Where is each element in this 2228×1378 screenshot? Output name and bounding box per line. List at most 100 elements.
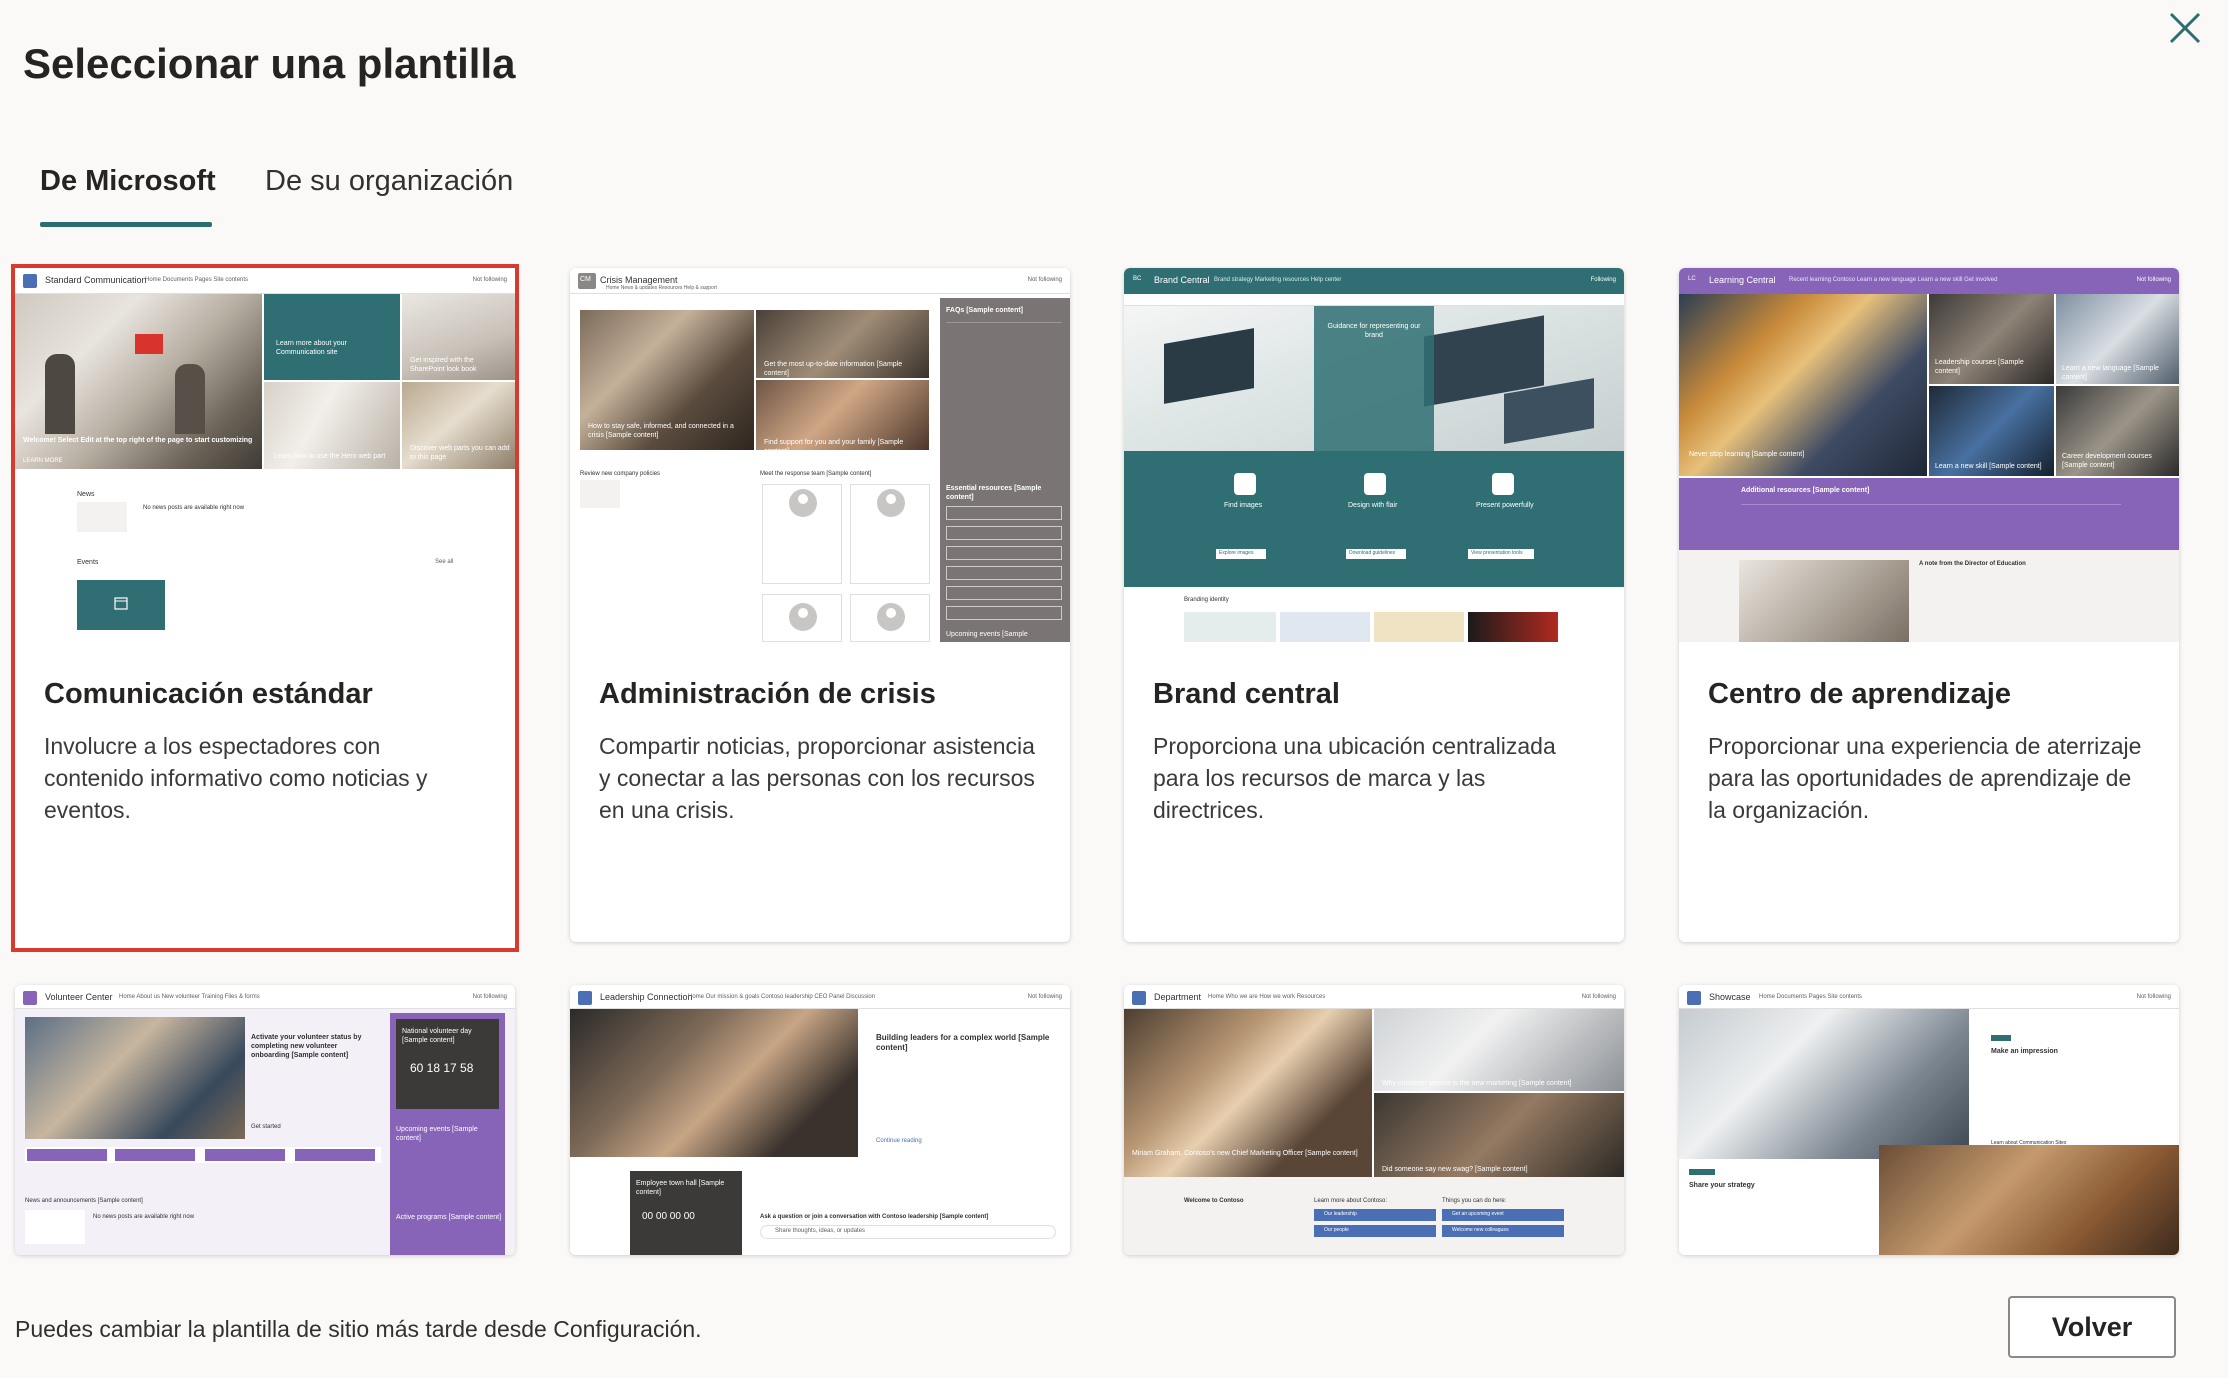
template-preview: Department Home Who we are How we work R… [1124,985,1624,1255]
preview-shape [1364,473,1386,495]
preview-text: Brand strategy Marketing resources Help … [1214,277,1342,283]
preview-text: No news posts are available right now [143,505,245,511]
preview-text: View presentation tools [1471,550,1523,556]
template-card-standard-communication[interactable]: Standard Communication Home Documents Pa… [11,264,519,952]
template-preview: Standard Communication Home Documents Pa… [15,268,515,642]
preview-text: Get inspired with the SharePoint look bo… [410,357,477,373]
preview-shape: Learn a new skill [Sample content] [1929,386,2054,476]
preview-shape: Find support for you and your family [Sa… [756,380,929,450]
preview-shape [295,1149,375,1161]
preview-shape: Get inspired with the SharePoint look bo… [402,294,515,380]
preview-shape [1234,473,1256,495]
preview-shape: Why customer service is the new marketin… [1374,1009,1624,1091]
tab-from-microsoft[interactable]: De Microsoft [40,165,216,227]
preview-text: 60 18 17 58 [410,1061,474,1075]
preview-text: Find support for you and your family [Sa… [764,439,904,450]
preview-shape [25,1147,381,1163]
template-preview: Volunteer Center Home About us New volun… [15,985,515,1255]
preview-shape: Get the most up-to-date information [Sam… [756,310,929,378]
preview-shape: Explore images [1216,549,1266,559]
preview-shape [886,608,896,618]
preview-text: Make an impression [1991,1048,2058,1055]
preview-shape [578,991,592,1005]
preview-shape [798,494,808,504]
preview-text: Activate your volunteer status by comple… [251,1034,362,1059]
template-card-department[interactable]: Department Home Who we are How we work R… [1124,985,1624,1255]
preview-text: Explore images [1219,550,1254,556]
preview-shape: Share your strategy [1679,1159,1879,1255]
preview-shape: Standard Communication Home Documents Pa… [15,268,515,294]
preview-text: Learning Central [1709,275,1776,285]
preview-shape: Get an upcoming event [1442,1209,1564,1221]
preview-shape [1741,504,2121,505]
preview-shape: BC [1132,274,1146,288]
preview-shape: Guidance for representing our brand [1124,306,1624,451]
close-button[interactable] [2163,6,2207,50]
preview-shape: View presentation tools [1468,549,1534,559]
preview-text: Crisis Management [600,275,678,285]
template-card-leadership-connection[interactable]: Leadership Connection Home Our mission &… [570,985,1070,1255]
preview-text: Events [77,559,99,566]
person-icon [789,489,817,517]
template-preview: CM Crisis Management Home News & updates… [570,268,1070,642]
preview-shape [946,586,1062,600]
preview-shape [850,484,930,584]
preview-shape: CM Crisis Management Home News & updates… [570,268,1070,294]
preview-text: Miriam Graham, Contoso's new Chief Marke… [1132,1150,1358,1157]
template-card-brand-central[interactable]: BC Brand Central Brand strategy Marketin… [1124,268,1624,942]
template-card-showcase[interactable]: Showcase Home Documents Pages Site conte… [1679,985,2179,1255]
preview-shape [798,608,808,618]
preview-text: Find images [1224,502,1263,509]
preview-shape: Additional resources [Sample content] [1679,478,2179,550]
template-card-crisis-management[interactable]: CM Crisis Management Home News & updates… [570,268,1070,942]
preview-shape [580,480,620,508]
preview-shape: Learn more about your Communication site [264,294,400,380]
preview-text: FAQs [Sample content] [946,307,1024,314]
preview-shape [946,606,1062,620]
preview-text: Showcase [1709,992,1751,1002]
preview-text: Additional resources [Sample content] [1741,487,1870,494]
preview-shape [45,354,75,434]
preview-shape: LC Learning Central Recent learning Cont… [1679,268,2179,294]
preview-text: Design with flair [1348,502,1398,509]
preview-shape [25,1017,245,1139]
template-card-learning-central[interactable]: LC Learning Central Recent learning Cont… [1679,268,2179,942]
preview-shape [946,526,1062,540]
preview-shape [1492,473,1514,495]
preview-text: Get the most up-to-date information [Sam… [764,361,903,377]
preview-text: Learn a new language [Sample content] [2062,365,2159,381]
preview-text: Not following [472,994,507,1000]
preview-shape: Welcome new colleagues [1442,1225,1564,1237]
preview-shape [1679,1009,1969,1159]
close-icon[interactable] [2163,6,2207,50]
tab-label: De su organización [265,165,514,197]
template-card-volunteer-center[interactable]: Volunteer Center Home About us New volun… [15,985,515,1255]
preview-text: Meet the response team [Sample content] [760,471,872,477]
preview-shape: BC Brand Central Brand strategy Marketin… [1124,268,1624,294]
preview-shape [135,334,163,354]
template-description: Compartir noticias, proporcionar asisten… [599,733,1035,823]
preview-shape [762,484,842,584]
preview-shape [27,1149,107,1161]
preview-text: Not following [1027,994,1062,1000]
preview-text: Active programs [Sample content] [396,1214,502,1221]
back-button[interactable]: Volver [2008,1296,2176,1358]
template-description: Involucre a los espectadores con conteni… [44,733,428,823]
tab-from-organization[interactable]: De su organización [265,165,513,227]
preview-shape: FAQs [Sample content] Essential resource… [940,298,1070,642]
preview-shape: National volunteer day [Sample content] … [390,1013,505,1255]
preview-shape [1468,612,1558,642]
preview-shape [1879,1145,2179,1255]
preview-text: Learn how to use the Hero web part [274,453,386,460]
preview-shape [850,594,930,642]
preview-shape [175,364,205,434]
preview-text: Not following [2136,277,2171,283]
preview-text: Discover web parts you can add to this p… [410,445,510,461]
preview-text: Home Documents Pages Site contents [1759,994,1863,1000]
preview-shape: Volunteer Center Home About us New volun… [15,985,515,1009]
preview-text: Learn more about Contoso: [1314,1198,1388,1204]
preview-shape: A note from the Director of Education [1679,550,2179,642]
preview-shape [115,1149,195,1161]
preview-shape [77,502,127,532]
preview-shape [25,1210,85,1244]
